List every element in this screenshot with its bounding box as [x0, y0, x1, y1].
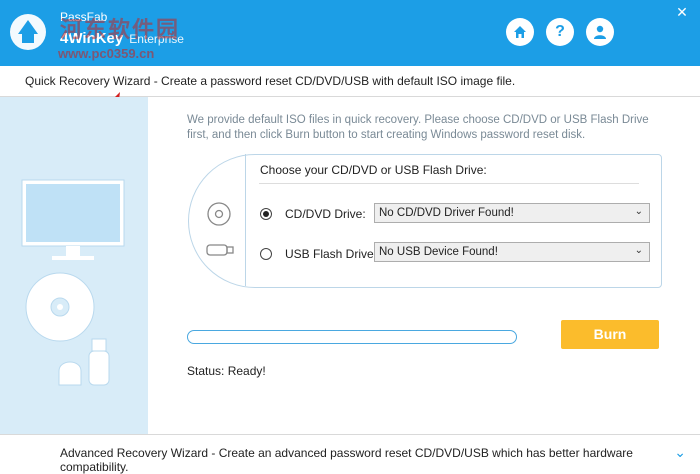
- cd-drive-select[interactable]: No CD/DVD Driver Found! ⌄: [374, 203, 650, 223]
- burn-progress-bar: [187, 330, 517, 344]
- chevron-down-icon: ⌄: [634, 206, 643, 217]
- account-button[interactable]: [586, 18, 614, 46]
- watermark-text: 河东软件园: [60, 18, 181, 43]
- intro-text: We provide default ISO files in quick re…: [187, 114, 649, 141]
- device-illustration-icon: [21, 179, 125, 386]
- advanced-wizard-footer[interactable]: Advanced Recovery Wizard - Create an adv…: [0, 434, 700, 474]
- illustration-panel: [0, 97, 148, 434]
- title-bar: PassFab 4WinKey Enterprise 河东软件园 www.pc03…: [0, 0, 700, 66]
- close-button[interactable]: ✕: [674, 4, 690, 20]
- usb-drive-radio[interactable]: [260, 248, 272, 260]
- help-icon: ?: [555, 23, 565, 40]
- cd-drive-label: CD/DVD Drive:: [285, 207, 366, 221]
- chevron-down-icon: ⌄: [634, 245, 643, 256]
- watermark-url: www.pc0359.cn: [58, 46, 155, 61]
- cd-drive-select-value: No CD/DVD Driver Found!: [379, 207, 514, 219]
- status-text: Status: Ready!: [187, 364, 266, 378]
- chevron-down-icon[interactable]: ⌄: [674, 444, 686, 461]
- usb-drive-label: USB Flash Drive:: [285, 247, 378, 261]
- choose-drive-label: Choose your CD/DVD or USB Flash Drive:: [260, 163, 487, 177]
- usb-drive-icon: [206, 244, 234, 256]
- wizard-title[interactable]: Quick Recovery Wizard - Create a passwor…: [25, 74, 515, 88]
- usb-drive-select-value: No USB Device Found!: [379, 246, 498, 258]
- home-icon: [514, 26, 526, 38]
- burn-button[interactable]: Burn: [561, 320, 659, 349]
- usb-drive-select[interactable]: No USB Device Found! ⌄: [374, 242, 650, 262]
- app-logo-icon: [10, 14, 46, 50]
- user-icon: [594, 25, 606, 39]
- cd-drive-radio[interactable]: [260, 208, 272, 220]
- home-button[interactable]: [506, 18, 534, 46]
- divider: [259, 183, 639, 184]
- help-button[interactable]: ?: [546, 18, 574, 46]
- cd-drive-icon: [207, 202, 231, 226]
